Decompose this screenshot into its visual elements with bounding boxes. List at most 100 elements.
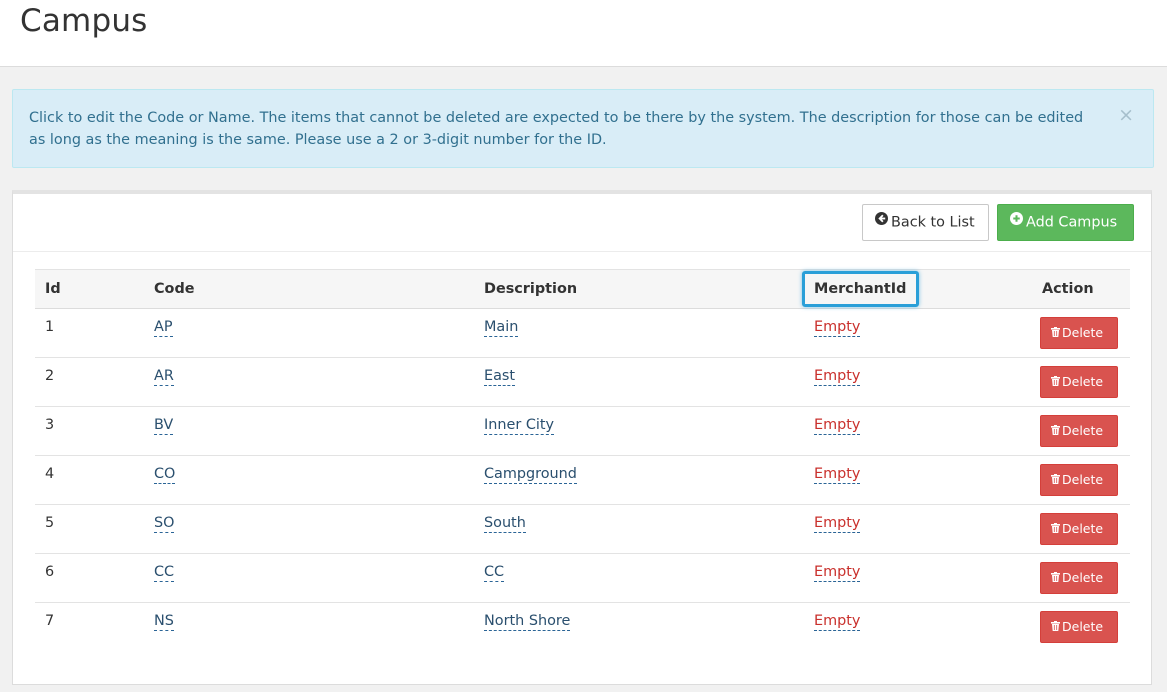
cell-code: CO bbox=[144, 455, 474, 505]
column-header-description[interactable]: Description bbox=[474, 269, 804, 309]
trash-icon bbox=[1051, 563, 1060, 593]
code-editable-link[interactable]: AR bbox=[154, 368, 174, 386]
code-editable-link[interactable]: AP bbox=[154, 319, 173, 337]
cell-code: SO bbox=[144, 504, 474, 554]
delete-button[interactable]: Delete bbox=[1040, 415, 1118, 447]
merchantid-editable-link[interactable]: Empty bbox=[814, 319, 861, 337]
merchantid-editable-link[interactable]: Empty bbox=[814, 515, 861, 533]
delete-button[interactable]: Delete bbox=[1040, 317, 1118, 349]
cell-code: AR bbox=[144, 357, 474, 407]
description-editable-link[interactable]: Inner City bbox=[484, 417, 555, 435]
merchantid-header-highlight: MerchantId bbox=[802, 271, 920, 307]
table-header-row: Id Code Description MerchantId Action bbox=[35, 269, 1130, 309]
cell-action: Delete bbox=[1032, 603, 1130, 652]
delete-label: Delete bbox=[1062, 570, 1104, 585]
code-editable-link[interactable]: CC bbox=[154, 564, 175, 582]
cell-id: 2 bbox=[35, 357, 144, 407]
cell-description: Campground bbox=[474, 455, 804, 505]
description-editable-link[interactable]: Campground bbox=[484, 466, 577, 484]
campus-panel: Back to List Add Campus Id Code Descript… bbox=[12, 190, 1152, 685]
cell-merchantid: Empty bbox=[804, 455, 1032, 505]
back-to-list-label: Back to List bbox=[891, 214, 975, 231]
cell-description: South bbox=[474, 504, 804, 554]
cell-merchantid: Empty bbox=[804, 504, 1032, 554]
page-title: Campus bbox=[20, 3, 148, 39]
trash-icon bbox=[1051, 318, 1060, 348]
table-row: 3 BV Inner City Empty Delete bbox=[35, 406, 1130, 456]
cell-id: 7 bbox=[35, 603, 144, 652]
cell-code: CC bbox=[144, 553, 474, 603]
table-row: 7 NS North Shore Empty Delete bbox=[35, 603, 1130, 652]
row-id: 5 bbox=[45, 515, 55, 531]
delete-button[interactable]: Delete bbox=[1040, 562, 1118, 594]
cell-merchantid: Empty bbox=[804, 406, 1032, 456]
column-header-code[interactable]: Code bbox=[144, 269, 474, 309]
description-editable-link[interactable]: Main bbox=[484, 319, 519, 337]
cell-id: 1 bbox=[35, 308, 144, 358]
merchantid-editable-link[interactable]: Empty bbox=[814, 613, 861, 631]
cell-id: 5 bbox=[35, 504, 144, 554]
delete-button[interactable]: Delete bbox=[1040, 366, 1118, 398]
delete-button[interactable]: Delete bbox=[1040, 513, 1118, 545]
delete-button[interactable]: Delete bbox=[1040, 464, 1118, 496]
code-editable-link[interactable]: CO bbox=[154, 466, 176, 484]
delete-label: Delete bbox=[1062, 423, 1104, 438]
delete-label: Delete bbox=[1062, 325, 1104, 340]
delete-button[interactable]: Delete bbox=[1040, 611, 1118, 643]
cell-description: CC bbox=[474, 553, 804, 603]
trash-icon bbox=[1051, 367, 1060, 397]
code-editable-link[interactable]: NS bbox=[154, 613, 174, 631]
table-row: 5 SO South Empty Delete bbox=[35, 504, 1130, 554]
cell-action: Delete bbox=[1032, 504, 1130, 554]
code-editable-link[interactable]: SO bbox=[154, 515, 175, 533]
cell-description: East bbox=[474, 357, 804, 407]
merchantid-editable-link[interactable]: Empty bbox=[814, 417, 861, 435]
row-id: 4 bbox=[45, 466, 55, 482]
alert-message: Click to edit the Code or Name. The item… bbox=[29, 110, 1084, 148]
merchantid-editable-link[interactable]: Empty bbox=[814, 564, 861, 582]
cell-action: Delete bbox=[1032, 357, 1130, 407]
delete-label: Delete bbox=[1062, 472, 1104, 487]
trash-icon bbox=[1051, 612, 1060, 642]
cell-action: Delete bbox=[1032, 406, 1130, 456]
plus-circle-icon bbox=[1010, 204, 1023, 239]
back-to-list-button[interactable]: Back to List bbox=[862, 204, 989, 241]
row-id: 3 bbox=[45, 417, 55, 433]
description-editable-link[interactable]: East bbox=[484, 368, 516, 386]
table-row: 1 AP Main Empty Delete bbox=[35, 308, 1130, 358]
column-header-action: Action bbox=[1032, 269, 1130, 309]
column-header-id[interactable]: Id bbox=[35, 269, 144, 309]
cell-merchantid: Empty bbox=[804, 308, 1032, 358]
trash-icon bbox=[1051, 416, 1060, 446]
delete-label: Delete bbox=[1062, 521, 1104, 536]
add-campus-button[interactable]: Add Campus bbox=[997, 204, 1134, 241]
description-editable-link[interactable]: South bbox=[484, 515, 526, 533]
arrow-circle-left-icon bbox=[875, 204, 888, 239]
info-alert: Click to edit the Code or Name. The item… bbox=[12, 89, 1154, 168]
row-id: 7 bbox=[45, 613, 55, 629]
highlight-box bbox=[802, 271, 920, 307]
description-editable-link[interactable]: North Shore bbox=[484, 613, 571, 631]
cell-code: NS bbox=[144, 603, 474, 652]
cell-id: 3 bbox=[35, 406, 144, 456]
merchantid-editable-link[interactable]: Empty bbox=[814, 466, 861, 484]
row-id: 2 bbox=[45, 368, 55, 384]
cell-id: 4 bbox=[35, 455, 144, 505]
delete-label: Delete bbox=[1062, 619, 1104, 634]
cell-code: AP bbox=[144, 308, 474, 358]
cell-merchantid: Empty bbox=[804, 553, 1032, 603]
cell-code: BV bbox=[144, 406, 474, 456]
delete-label: Delete bbox=[1062, 374, 1104, 389]
alert-close-button[interactable]: × bbox=[1118, 104, 1134, 126]
cell-action: Delete bbox=[1032, 455, 1130, 505]
cell-description: Inner City bbox=[474, 406, 804, 456]
add-campus-label: Add Campus bbox=[1026, 214, 1118, 231]
merchantid-editable-link[interactable]: Empty bbox=[814, 368, 861, 386]
cell-action: Delete bbox=[1032, 308, 1130, 358]
column-header-merchantid[interactable]: MerchantId bbox=[802, 269, 1032, 309]
description-editable-link[interactable]: CC bbox=[484, 564, 505, 582]
page-header: Campus bbox=[0, 0, 1167, 67]
cell-merchantid: Empty bbox=[804, 603, 1032, 652]
code-editable-link[interactable]: BV bbox=[154, 417, 174, 435]
cell-merchantid: Empty bbox=[804, 357, 1032, 407]
